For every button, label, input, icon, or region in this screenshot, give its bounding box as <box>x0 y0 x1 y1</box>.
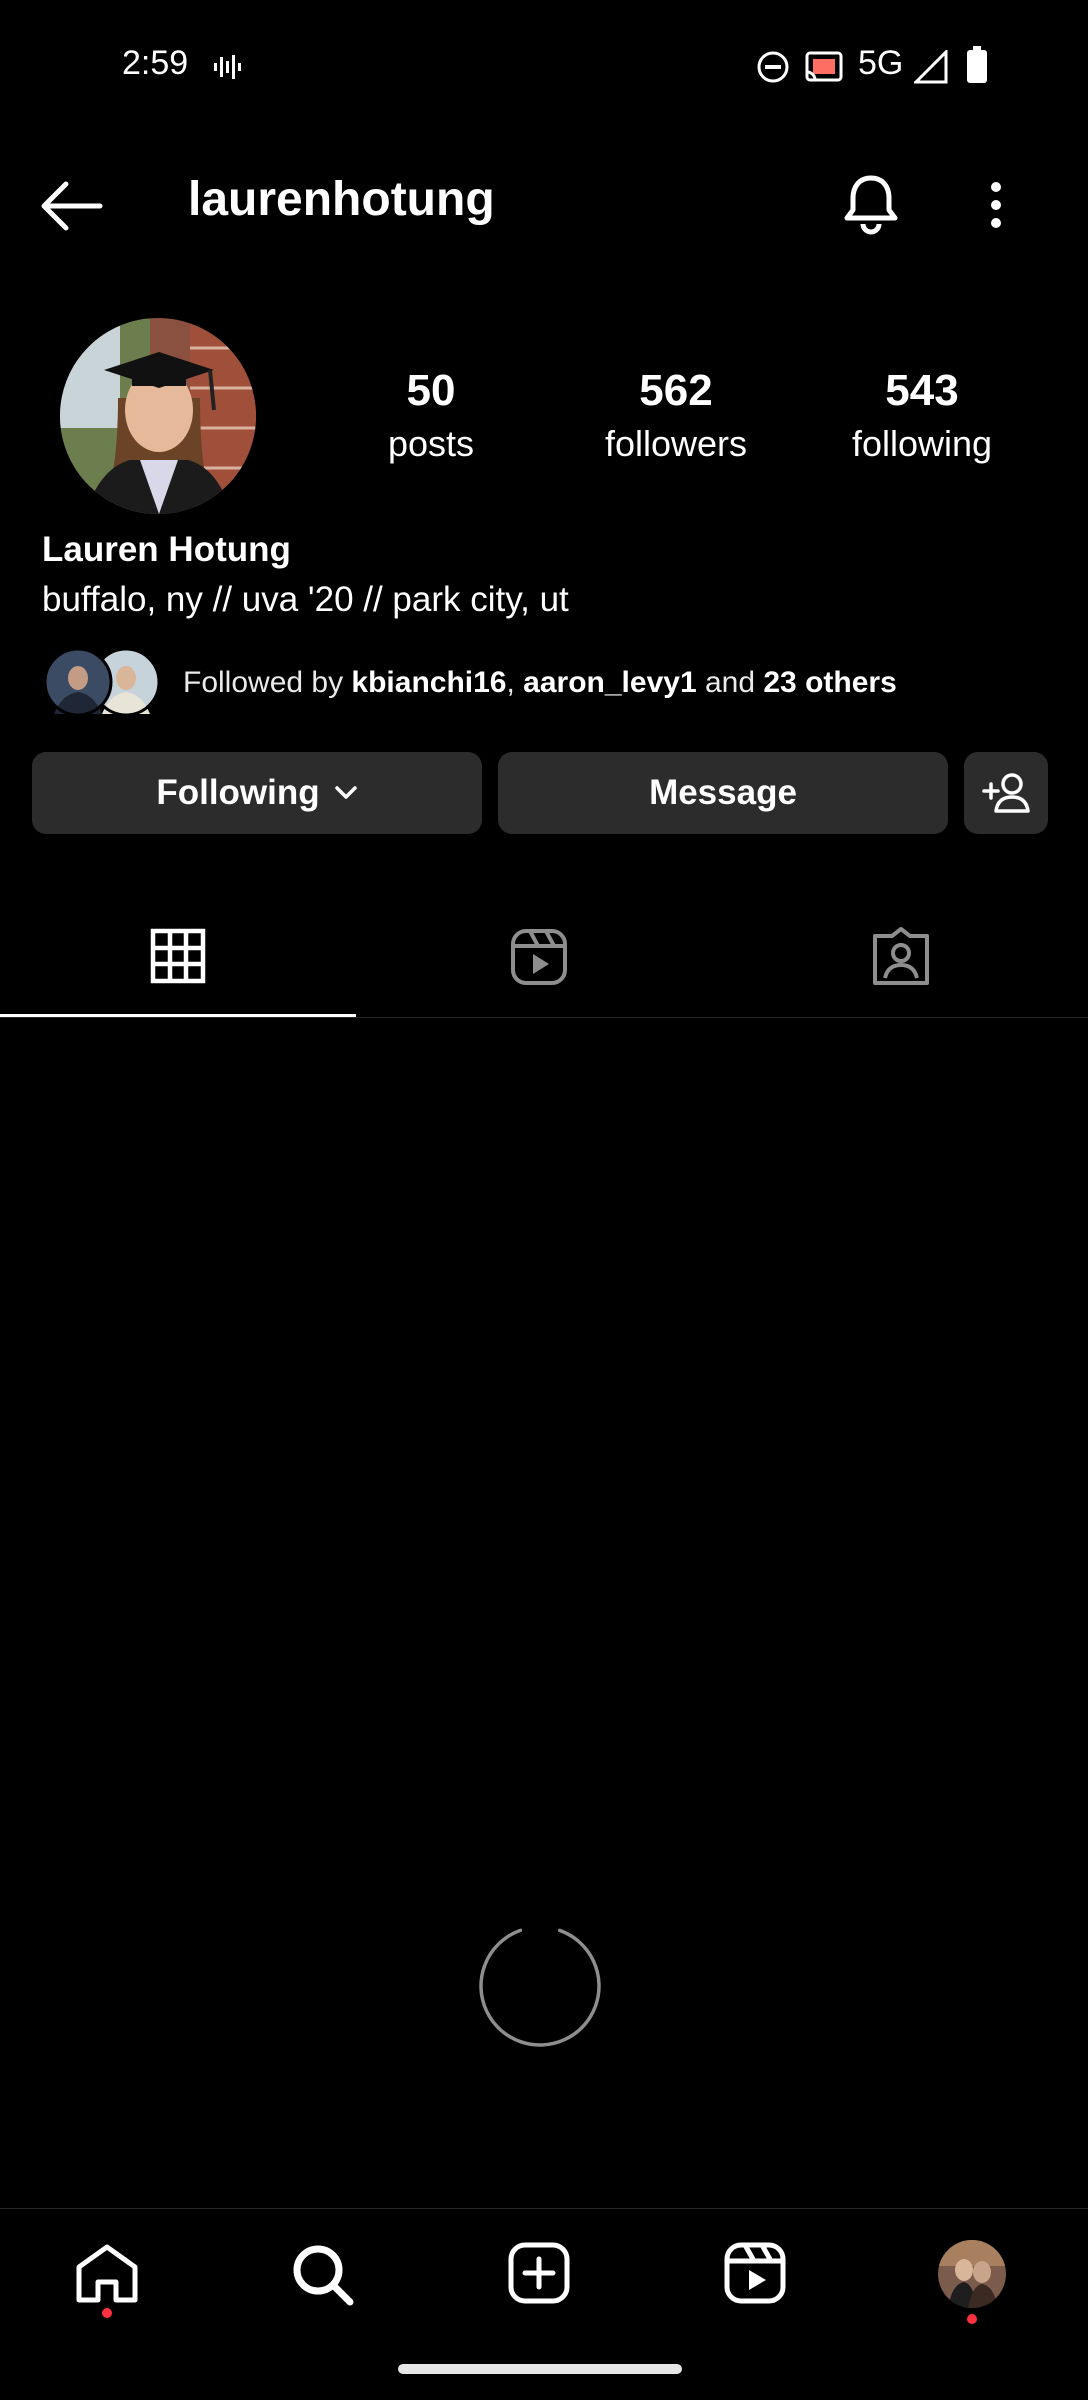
bell-icon[interactable] <box>838 170 904 236</box>
mutual-followers-avatars[interactable] <box>44 648 160 716</box>
cast-icon <box>804 50 844 84</box>
network-type: 5G <box>858 44 904 82</box>
message-button[interactable]: Message <box>498 752 948 834</box>
tab-divider <box>0 1017 1088 1018</box>
mutual-others[interactable]: 23 others <box>763 666 896 699</box>
back-arrow-icon[interactable] <box>38 180 104 232</box>
reels-icon[interactable] <box>724 2242 786 2304</box>
mutual-user-2[interactable]: aaron_levy1 <box>523 666 696 699</box>
profile-bio: buffalo, ny // uva '20 // park city, ut <box>42 580 569 619</box>
suggested-people-button[interactable] <box>964 752 1048 834</box>
tagged-icon[interactable] <box>872 926 930 986</box>
bottom-nav-divider <box>0 2208 1088 2209</box>
message-button-label: Message <box>649 773 797 812</box>
followers-count: 562 <box>639 366 713 415</box>
followed-by-text[interactable]: Followed by kbianchi16, aaron_levy1 and … <box>183 666 897 700</box>
profile-username: laurenhotung <box>188 173 495 226</box>
home-indicator[interactable] <box>398 2364 682 2374</box>
home-notification-dot <box>102 2308 112 2318</box>
followers-label: followers <box>604 423 748 464</box>
status-time: 2:59 <box>122 44 189 82</box>
grid-icon[interactable] <box>150 928 206 984</box>
battery-icon <box>966 46 988 84</box>
following-button[interactable]: Following <box>32 752 482 834</box>
reels-tab-icon[interactable] <box>510 928 568 986</box>
do-not-disturb-icon <box>756 50 790 84</box>
chevron-down-icon <box>334 785 358 801</box>
profile-avatar[interactable] <box>60 318 256 514</box>
loading-spinner-icon <box>476 1922 604 2050</box>
following-button-label: Following <box>156 773 320 812</box>
following-stat[interactable]: 543 following <box>822 366 1022 468</box>
following-count: 543 <box>885 366 959 415</box>
add-person-icon <box>982 771 1030 815</box>
voice-activity-icon <box>212 52 242 82</box>
posts-label: posts <box>387 423 475 464</box>
following-label: following <box>851 423 993 464</box>
nav-profile-avatar[interactable] <box>938 2240 1006 2308</box>
posts-stat[interactable]: 50 posts <box>331 366 531 468</box>
profile-notification-dot <box>967 2314 977 2324</box>
profile-full-name: Lauren Hotung <box>42 530 291 569</box>
signal-icon <box>914 50 948 84</box>
followers-stat[interactable]: 562 followers <box>576 366 776 468</box>
more-options-icon[interactable] <box>986 180 1006 230</box>
mutual-user-1[interactable]: kbianchi16 <box>351 666 506 699</box>
home-icon[interactable] <box>74 2242 140 2306</box>
posts-count: 50 <box>406 366 456 415</box>
search-icon[interactable] <box>290 2242 356 2308</box>
create-icon[interactable] <box>508 2242 570 2304</box>
